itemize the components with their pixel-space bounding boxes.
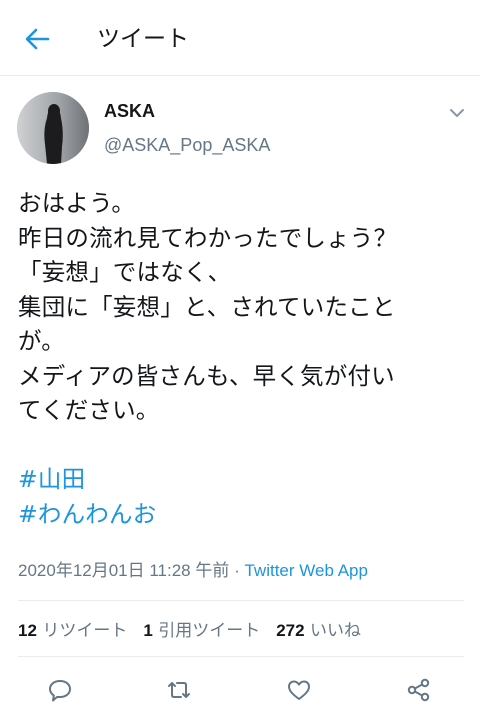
retweet-count: 12 [18, 621, 37, 640]
hashtag-link[interactable]: #わんわんお [18, 497, 470, 532]
avatar[interactable] [17, 92, 89, 164]
tweet-line: 集団に「妄想」と、されていたこと [18, 292, 396, 321]
hashtag-link[interactable]: #山田 [18, 462, 470, 497]
tweet-text: おはよう。 昨日の流れ見てわかったでしょう？ 「妄想」ではなく、 集団に「妄想」… [18, 186, 470, 531]
back-arrow-icon[interactable] [22, 24, 52, 54]
likes-stat[interactable]: 272 いいね [276, 621, 361, 641]
reply-icon[interactable] [46, 676, 74, 704]
tweet-line: 「妄想」ではなく、 [18, 258, 232, 286]
retweet-icon[interactable] [165, 676, 193, 704]
tweet-line: が。 [18, 327, 65, 355]
tweet-line: メディアの皆さんも、早く気が付い [18, 361, 395, 390]
divider [18, 600, 464, 601]
like-icon[interactable] [285, 676, 313, 704]
retweet-label: リツイート [42, 621, 128, 641]
retweets-stat[interactable]: 12 リツイート [18, 621, 127, 641]
page-title: ツイート [97, 26, 189, 52]
like-label: いいね [309, 621, 361, 641]
header: ツイート [0, 0, 480, 76]
tweet-line: おはよう。 [18, 189, 136, 217]
caret-down-icon[interactable] [446, 102, 468, 124]
tweet-meta: 2020年12月01日 11:28 午前 · Twitter Web App [18, 560, 368, 582]
author-name[interactable]: ASKA [104, 100, 155, 122]
action-bar [0, 668, 480, 712]
author-handle[interactable]: @ASKA_Pop_ASKA [104, 134, 270, 156]
tweet-spacer [18, 428, 470, 463]
tweet-line: 昨日の流れ見てわかったでしょう？ [18, 223, 398, 252]
tweet-stats: 12 リツイート 1 引用ツイート 272 いいね [18, 620, 377, 642]
meta-separator: · [229, 561, 245, 580]
quotes-stat[interactable]: 1 引用ツイート [143, 621, 260, 641]
divider [18, 656, 464, 657]
timestamp: 2020年12月01日 11:28 午前 [18, 561, 230, 580]
quote-count: 1 [143, 621, 153, 640]
quote-label: 引用ツイート [158, 621, 261, 641]
tweet-line: てください。 [18, 396, 160, 424]
like-count: 272 [276, 621, 305, 640]
source-link[interactable]: Twitter Web App [244, 561, 367, 580]
share-icon[interactable] [405, 676, 433, 704]
